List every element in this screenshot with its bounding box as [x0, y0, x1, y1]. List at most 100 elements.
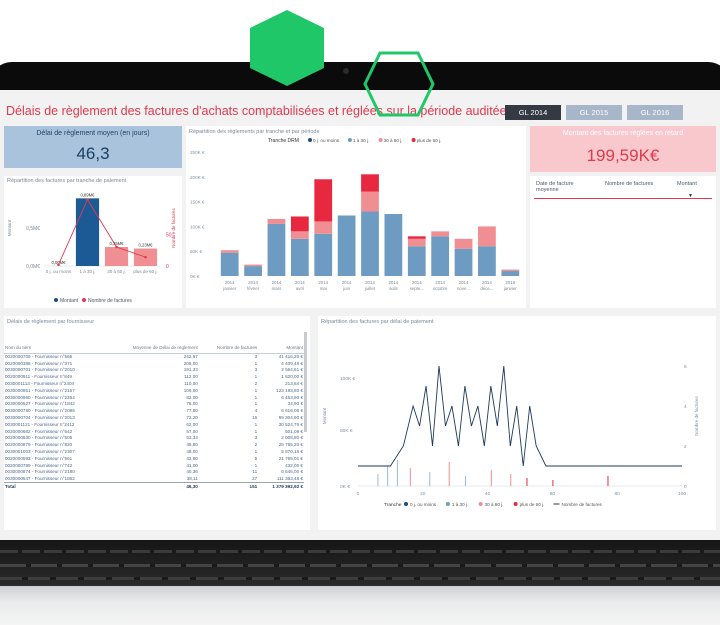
- table-cell: 3: [254, 435, 258, 441]
- table-total-cell: 151: [198, 481, 259, 491]
- table-row[interactable]: 0020000388 - Fournisseur n°371 206,00 1 4 4…: [4, 360, 304, 367]
- table-row[interactable]: 0030001113 - Fournisseur n°2404 110,00 2 21…: [4, 380, 304, 387]
- table-cell: 27: [252, 475, 258, 481]
- table-row[interactable]: 0030000547 - Fournisseur n°1862 38,11 27 11…: [4, 475, 304, 482]
- table-row[interactable]: 0020000789 - Fournisseur n°742 41,00 1 432,…: [4, 462, 304, 469]
- bar-segment: [361, 191, 379, 212]
- bar-segment: [314, 233, 333, 276]
- amount-spike: [464, 476, 466, 486]
- table-cell: 1: [254, 449, 258, 455]
- table-total-cell: Total: [4, 481, 105, 491]
- table-cell: 25 765,20 €: [278, 442, 303, 448]
- table-cell: 0030000851 - Fournisseur n°2157: [5, 387, 75, 393]
- bar-segment: [431, 236, 450, 276]
- table-row[interactable]: 0020000709 - Fournisseur n°565 242,67 3 41 …: [4, 353, 304, 360]
- x-tick-label: juin: [342, 286, 350, 291]
- table-cell: 5 870,16 €: [281, 449, 303, 455]
- table-row[interactable]: 0020000530 - Fournisseur n°505 53,33 3 2 00…: [4, 435, 304, 442]
- amount-spike: [387, 466, 389, 486]
- x-tick-label: 2014: [225, 280, 235, 285]
- table-cell: 72,20: [186, 415, 198, 421]
- table-row[interactable]: 0030000704 - Fournisseur n°2013 72,20 15 65…: [4, 414, 304, 421]
- legend-title: Tranche DRM: [268, 138, 299, 144]
- table-scrollbar[interactable]: [304, 332, 307, 432]
- x-tick-label: 0: [357, 491, 360, 497]
- table-row[interactable]: 0030001121 - Fournisseur n°2412 62,00 1 30 …: [4, 421, 304, 428]
- table-row[interactable]: 0020000911 - Fournisseur n°849 112,00 1 1 6…: [4, 373, 304, 380]
- table-cell: 2: [254, 442, 258, 448]
- slicer-panel: Date de facture moyenne Nombre de factur…: [530, 176, 716, 308]
- tab-gl-2016[interactable]: GL 2016: [627, 105, 683, 120]
- amount-spike: [552, 480, 554, 486]
- tab-gl-2014[interactable]: GL 2014: [505, 105, 561, 120]
- table-cell: 0030000527 - Fournisseur n°1842: [5, 401, 75, 407]
- table-total-cell: 1 379 392,92 €: [258, 481, 304, 491]
- amount-spike: [377, 474, 379, 486]
- legend-dot-nombre: [82, 298, 86, 302]
- table-cell: 1: [254, 428, 258, 434]
- table-cell: 0020000593 - Fournisseur n°561: [5, 455, 73, 461]
- table-cell: 78,00: [186, 401, 198, 407]
- y2-axis-label: Nombre de factures: [171, 207, 176, 247]
- kpi-avg-delay-card: Délai de règlement moyen (en jours) 46,3: [4, 126, 182, 168]
- tranche-distribution-card: Répartition des factures par tranche de …: [4, 176, 182, 308]
- key-row: [0, 550, 720, 553]
- table-row[interactable]: 0030000527 - Fournisseur n°1842 78,00 1 34,…: [4, 401, 304, 408]
- table-cell: 0030000960 - Fournisseur n°2264: [5, 394, 75, 400]
- webcam: [343, 68, 349, 74]
- x-tick-label: 30 à 60 j.: [107, 269, 126, 274]
- table-row[interactable]: 0030000851 - Fournisseur n°2157 109,00 1 12…: [4, 387, 304, 394]
- tab-gl-2015[interactable]: GL 2015: [566, 105, 622, 120]
- bar-segment: [501, 271, 520, 276]
- table-cell: 0030001121 - Fournisseur n°2412: [5, 421, 75, 427]
- line-point: [115, 245, 118, 249]
- legend-label: Montant: [60, 298, 79, 304]
- bar-segment: [244, 266, 262, 276]
- y-axis-label: Montant: [322, 407, 327, 424]
- table-cell: 11: [252, 469, 258, 475]
- bar-segment: [384, 214, 403, 276]
- bar-segment: [478, 226, 496, 247]
- bar-segment: [314, 179, 333, 222]
- table-row[interactable]: 0020000682 - Fournisseur n°642 57,00 1 501,…: [4, 428, 304, 435]
- legend-label: 30 à 60 j.: [485, 502, 504, 507]
- legend-dot-montant: [54, 298, 58, 302]
- line-point: [144, 255, 147, 259]
- table-header-cell[interactable]: Nombre de factures: [198, 343, 259, 354]
- table-row[interactable]: 0030001003 - Fournisseur n°2307 48,00 1 5 8…: [4, 448, 304, 455]
- table-row[interactable]: 0030000960 - Fournisseur n°2264 82,00 1 6 4…: [4, 394, 304, 401]
- table-row[interactable]: 0030000701 - Fournisseur n°2010 191,33 3 2 …: [4, 367, 304, 374]
- legend-dot: [308, 138, 312, 142]
- x-tick-label: 2014: [459, 280, 469, 285]
- y-tick-label: 150K €: [190, 200, 205, 205]
- keyboard-deck: [0, 540, 720, 586]
- table-cell: 82,00: [186, 394, 198, 400]
- sort-arrow-icon[interactable]: ▼: [688, 193, 693, 199]
- table-cell: 123 193,80 €: [276, 387, 303, 393]
- table-cell: 0020000911 - Fournisseur n°849: [5, 374, 72, 380]
- legend-dot: [445, 502, 450, 506]
- x-tick-label: 2015: [505, 280, 515, 285]
- table-cell: 0030000780 - Fournisseur n°2086: [5, 408, 75, 414]
- table-cell: 77,50: [186, 408, 198, 414]
- table-row[interactable]: 0030000874 - Fournisseur n°2180 40,36 11 6 …: [4, 469, 304, 476]
- table-cell: 0020000388 - Fournisseur n°371: [5, 360, 73, 366]
- table-header-cell[interactable]: Moyenne de Délai de règlement: [104, 343, 199, 354]
- table-header-cell[interactable]: Montant: [258, 343, 304, 354]
- bar-segment: [290, 231, 309, 239]
- table-cell: 6 645,00 €: [281, 469, 303, 475]
- x-tick-label: 2014: [342, 280, 352, 285]
- bar-segment: [267, 223, 286, 276]
- table-cell: 62,00: [186, 421, 198, 427]
- amount-spike: [448, 462, 450, 486]
- table-header-cell[interactable]: Nom du tiers: [4, 343, 105, 354]
- table-row[interactable]: 0020000879 - Fournisseur n°820 48,50 2 25 7…: [4, 441, 304, 448]
- table-total-cell: 46,30: [104, 481, 199, 491]
- table-row[interactable]: 0030000780 - Fournisseur n°2086 77,50 4 6 6…: [4, 407, 304, 414]
- y2-tick-label: 2: [684, 444, 687, 450]
- table-cell: 0020000879 - Fournisseur n°820: [5, 442, 73, 448]
- line-point: [86, 198, 89, 201]
- kpi-late-amount-title: Montant des factures réglées en retard: [562, 130, 684, 137]
- table-cell: 3: [254, 367, 258, 373]
- table-row[interactable]: 0020000593 - Fournisseur n°561 42,80 5 21 7…: [4, 455, 304, 462]
